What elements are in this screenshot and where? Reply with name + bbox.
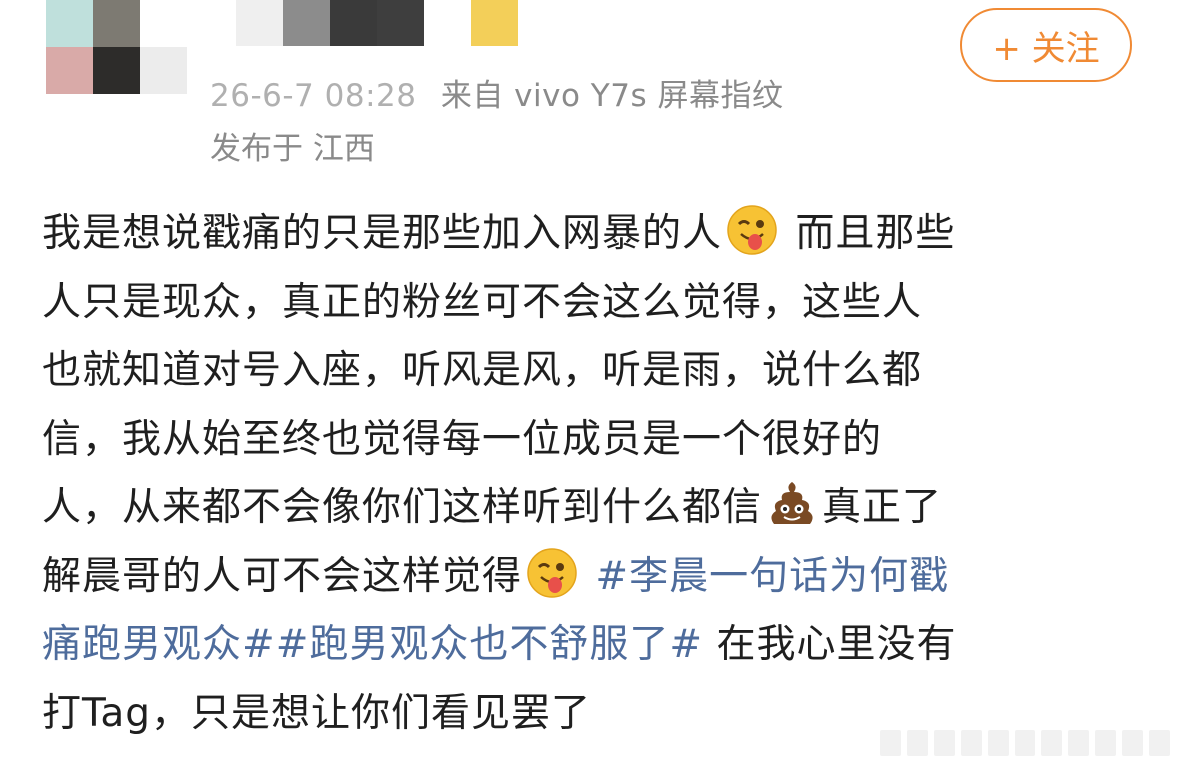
post-line: 我是想说戳痛的只是那些加入网暴的人 而且那些 [42,200,1132,269]
post-text: 解晨哥的人可不会这样觉得 [42,553,523,599]
post-text: 在我心里没有 [716,622,957,667]
post-line: 也就知道对号入座，听风是风，听是雨，说什么都 [42,348,923,393]
post-location: 发布于 江西 [210,131,375,167]
tongue-wink-emoji-icon [527,547,577,598]
post-text: 我是想说戳痛的只是那些加入网暴的人 [42,211,723,256]
post-text: 人，从来都不会像你们这样听到什么都信 [42,485,763,530]
post-text: 而且那些 [795,211,956,256]
post-line: 人只是现众，真正的粉丝可不会这么觉得，这些人 [42,279,923,325]
follow-label: + 关注 [992,28,1100,69]
post-date: 26-6-7 08:28 [210,78,417,114]
avatar[interactable] [46,0,188,94]
post-line: 信，我从始至终也觉得每一位成员是一个很好的 [42,416,883,462]
post-line: 痛跑男观众##跑男观众也不舒服了# 在我心里没有 [42,611,1132,680]
post-source: 来自 vivo Y7s 屏幕指纹 [440,78,784,114]
post-text: 真正了 [822,485,943,530]
hashtag-link[interactable]: 痛跑男观众# [42,622,276,667]
post-line: 解晨哥的人可不会这样觉得 #李晨一句话为何戳 [42,543,1132,612]
post-body: 我是想说戳痛的只是那些加入网暴的人 而且那些 人只是现众，真正的粉丝可不会这么觉… [42,200,1132,748]
post-meta: 26-6-7 08:28 来自 vivo Y7s 屏幕指纹 [210,70,783,115]
watermark [880,726,1170,760]
username[interactable] [236,0,518,46]
tongue-wink-emoji-icon [727,205,777,255]
hashtag-link[interactable]: #跑男观众也不舒服了# [276,622,703,667]
poop-emoji-icon [771,482,813,524]
post-line: 人，从来都不会像你们这样听到什么都信 真正了 [42,474,1132,543]
follow-button[interactable]: + 关注 [960,8,1132,82]
hashtag-link[interactable]: #李晨一句话为何戳 [595,554,949,599]
